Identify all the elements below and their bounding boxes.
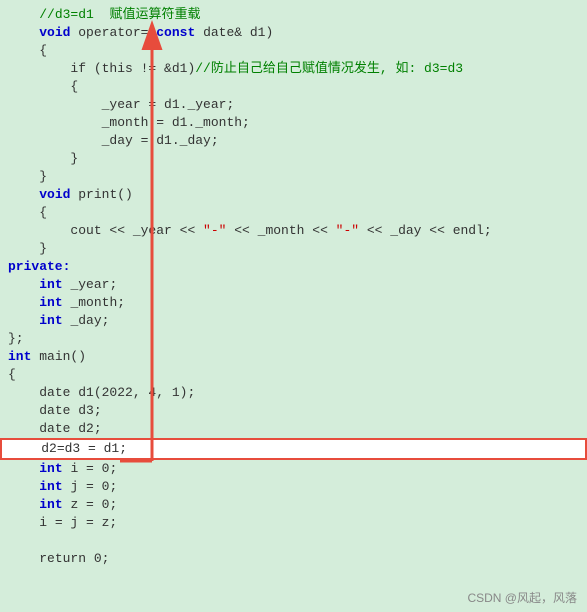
code-lines: //d3=d1 赋值运算符重载 void operator=(const dat…: [0, 6, 587, 568]
code-line: {: [0, 366, 587, 384]
code-line: void operator=(const date& d1): [0, 24, 587, 42]
code-line: };: [0, 330, 587, 348]
footer-text: CSDN @风起，风落: [467, 589, 577, 606]
code-line: {: [0, 78, 587, 96]
code-line: d2=d3 = d1;: [0, 438, 587, 460]
code-line: _day = d1._day;: [0, 132, 587, 150]
code-line: int j = 0;: [0, 478, 587, 496]
code-line: void print(): [0, 186, 587, 204]
code-line: return 0;: [0, 550, 587, 568]
code-line: date d2;: [0, 420, 587, 438]
code-line: [0, 532, 587, 550]
code-line: if (this != &d1)//防止自己给自己赋值情况发生, 如: d3=d…: [0, 60, 587, 78]
code-line: int z = 0;: [0, 496, 587, 514]
code-line: //d3=d1 赋值运算符重载: [0, 6, 587, 24]
code-line: }: [0, 240, 587, 258]
code-line: {: [0, 42, 587, 60]
code-line: int _day;: [0, 312, 587, 330]
code-line: _year = d1._year;: [0, 96, 587, 114]
code-line: i = j = z;: [0, 514, 587, 532]
code-line: int _year;: [0, 276, 587, 294]
code-line: date d1(2022, 4, 1);: [0, 384, 587, 402]
code-line: date d3;: [0, 402, 587, 420]
code-line: _month = d1._month;: [0, 114, 587, 132]
code-line: }: [0, 168, 587, 186]
code-line: {: [0, 204, 587, 222]
code-container: //d3=d1 赋值运算符重载 void operator=(const dat…: [0, 0, 587, 580]
code-line: int _month;: [0, 294, 587, 312]
code-line: int i = 0;: [0, 460, 587, 478]
code-line: cout << _year << "-" << _month << "-" <<…: [0, 222, 587, 240]
code-line: int main(): [0, 348, 587, 366]
code-line: }: [0, 150, 587, 168]
code-line: private:: [0, 258, 587, 276]
